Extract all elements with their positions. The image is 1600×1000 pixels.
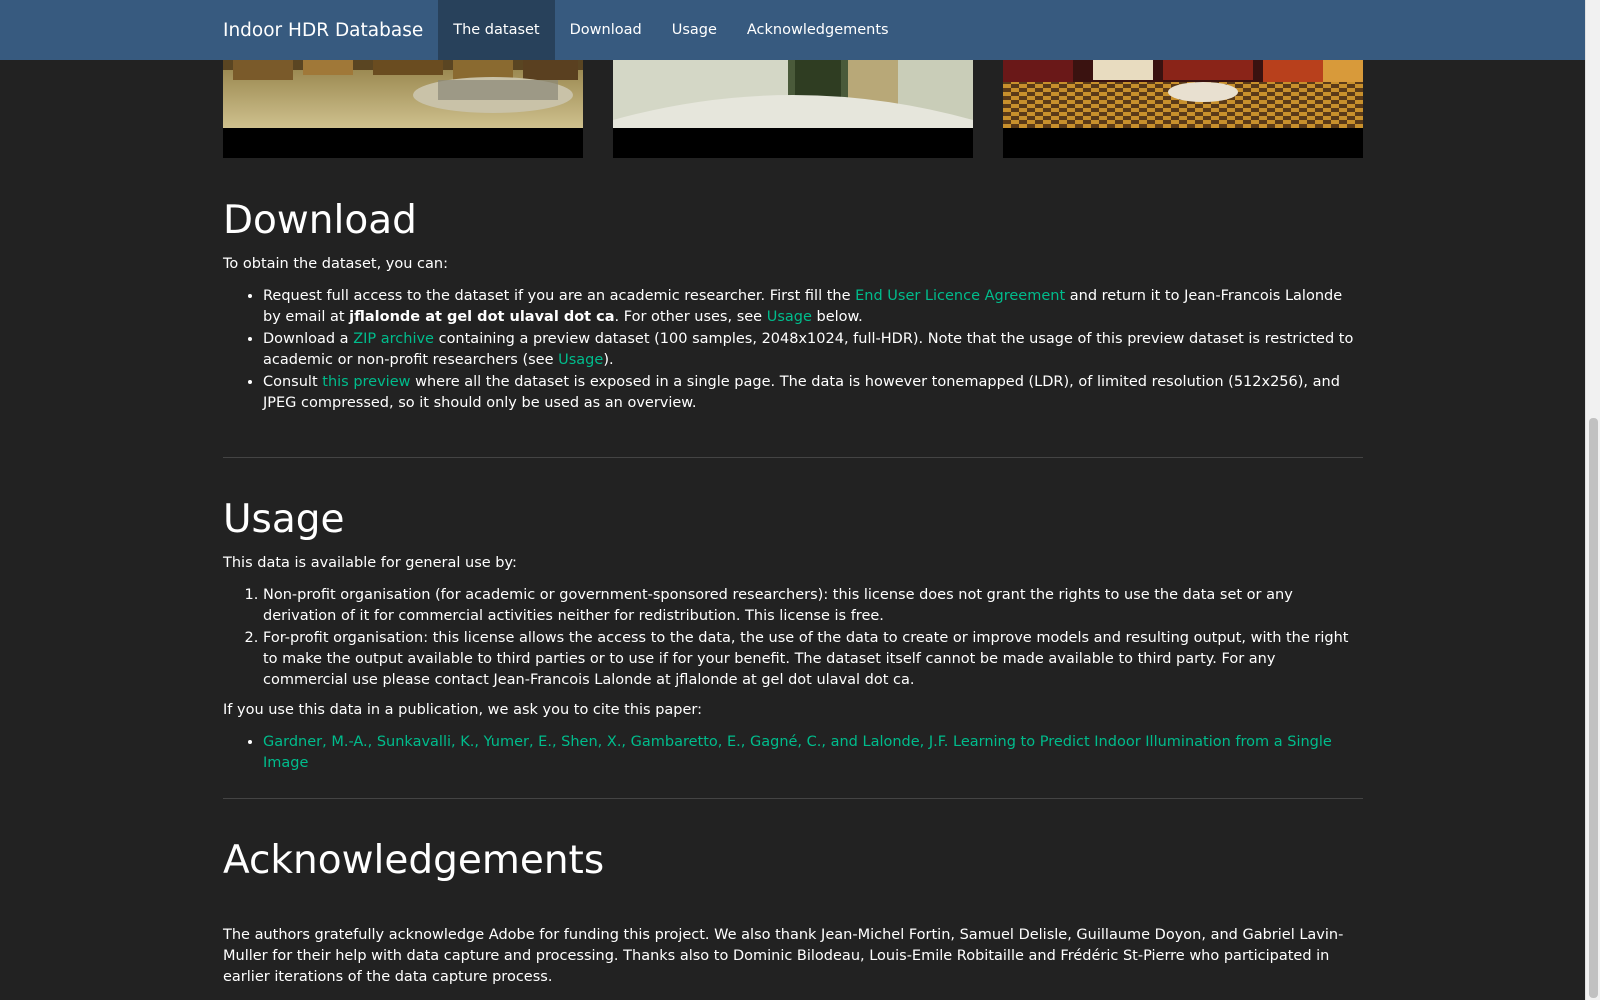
text: . For other uses, see	[614, 309, 767, 325]
nav-item-the-dataset[interactable]: The dataset	[438, 0, 555, 60]
download-intro: To obtain the dataset, you can:	[223, 256, 448, 272]
contact-email: jflalonde at gel dot ulaval dot ca	[349, 309, 615, 325]
text: below.	[811, 309, 863, 325]
acknowledgements-heading: Acknowledgements	[223, 838, 605, 883]
nav-inner: Indoor HDR Database The dataset Download…	[208, 0, 904, 60]
citation-item: Gardner, M.-A., Sunkavalli, K., Yumer, E…	[263, 732, 1363, 774]
download-option-preview: Consult this preview where all the datas…	[263, 372, 1363, 414]
usage-license-non-profit: Non-profit organisation (for academic or…	[263, 585, 1363, 627]
divider	[223, 457, 1363, 458]
nav-item-usage[interactable]: Usage	[657, 0, 732, 60]
download-options-list: Request full access to the dataset if yo…	[223, 286, 1363, 414]
usage-heading: Usage	[223, 497, 345, 542]
citation-link[interactable]: Gardner, M.-A., Sunkavalli, K., Yumer, E…	[263, 734, 1332, 771]
navbar: Indoor HDR Database The dataset Download…	[0, 0, 1585, 60]
divider	[223, 798, 1363, 799]
usage-intro: This data is available for general use b…	[223, 555, 517, 571]
nav-item-download[interactable]: Download	[555, 0, 657, 60]
usage-section: This data is available for general use b…	[223, 553, 1363, 775]
acknowledgements-text: The authors gratefully acknowledge Adobe…	[223, 927, 1344, 985]
usage-license-for-profit: For-profit organisation: this license al…	[263, 628, 1363, 691]
text: Download a	[263, 331, 354, 347]
download-option-full-access: Request full access to the dataset if yo…	[263, 286, 1363, 328]
download-option-zip: Download a ZIP archive containing a prev…	[263, 329, 1363, 371]
text: Consult	[263, 374, 323, 390]
brand-link[interactable]: Indoor HDR Database	[208, 0, 438, 60]
scrollbar-thumb[interactable]	[1589, 418, 1598, 998]
download-section: To obtain the dataset, you can: Request …	[223, 254, 1363, 415]
download-heading: Download	[223, 198, 417, 243]
cite-intro: If you use this data in a publication, w…	[223, 702, 703, 718]
citation-list: Gardner, M.-A., Sunkavalli, K., Yumer, E…	[223, 732, 1363, 774]
page-scrollbar[interactable]	[1585, 0, 1600, 1000]
text: Request full access to the dataset if yo…	[263, 288, 856, 304]
usage-link-2[interactable]: Usage	[558, 352, 603, 368]
usage-link[interactable]: Usage	[767, 309, 812, 325]
this-preview-link[interactable]: this preview	[322, 374, 410, 390]
eula-link[interactable]: End User Licence Agreement	[855, 288, 1065, 304]
page: Indoor HDR Database The dataset Download…	[0, 0, 1600, 1000]
text: where all the dataset is exposed in a si…	[263, 374, 1340, 411]
nav-item-acknowledgements[interactable]: Acknowledgements	[732, 0, 904, 60]
usage-license-list: Non-profit organisation (for academic or…	[223, 585, 1363, 691]
zip-archive-link[interactable]: ZIP archive	[353, 331, 434, 347]
acknowledgements-section: The authors gratefully acknowledge Adobe…	[223, 925, 1363, 988]
text: ).	[603, 352, 614, 368]
